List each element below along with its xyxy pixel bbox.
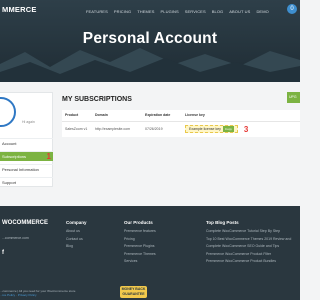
footer-link[interactable]: Complete WooCommerce SEO Guide and Tips <box>206 244 291 248</box>
footer-link[interactable]: Premmerce WooCommerce Product Bundles <box>206 259 291 263</box>
footer-link[interactable]: Premmerce Themes <box>124 252 156 256</box>
footer-link[interactable]: Top 10 Best WooCommerce Themes 2019 Revi… <box>206 237 291 241</box>
site-logo[interactable]: MMERCE <box>2 5 37 14</box>
nav-pricing[interactable]: PRICING <box>114 9 131 14</box>
footer-blog: Top Blog Posts Complete WooCommerce Tuto… <box>206 220 291 267</box>
footer-link[interactable]: Complete WooCommerce Tutorial Step By St… <box>206 229 291 233</box>
footer-link[interactable]: Premmerce features <box>124 229 156 233</box>
site-footer: WOCOMMERCE ...commerce.com f Company Abo… <box>0 206 300 300</box>
step-marker-1: 1 <box>46 152 51 161</box>
product-cell: SalesZoom v1 <box>65 127 88 131</box>
service-policy-link[interactable]: ...ice Policy <box>0 293 15 297</box>
sidebar-item-personal-information[interactable]: Personal Information <box>0 164 53 174</box>
greeting: Hi again <box>22 120 35 124</box>
upgrade-button[interactable]: UPG <box>287 92 300 103</box>
nav-plugins[interactable]: PLUGINS <box>161 9 179 14</box>
footer-logo[interactable]: WOCOMMERCE <box>2 220 48 226</box>
footer-email[interactable]: ...commerce.com <box>2 236 29 240</box>
subscriptions-table: Product Domain Expiration date License k… <box>62 110 300 137</box>
nav-about-us[interactable]: ABOUT US <box>229 9 250 14</box>
cart-count: 0 <box>290 6 294 12</box>
account-sidebar: Hi again Account Subscriptions 1 Personal… <box>0 92 53 187</box>
page-title: Personal Account <box>82 30 218 47</box>
copy-button[interactable]: Copy <box>222 125 234 132</box>
footer-link[interactable]: Pricing <box>124 237 156 241</box>
footer-products: Our Products Premmerce features Pricing … <box>124 220 156 267</box>
footer-link[interactable]: Blog <box>66 244 87 248</box>
footer-link[interactable]: Contact us <box>66 237 87 241</box>
license-key-field[interactable]: Example license key Copy <box>185 124 238 133</box>
hero-header: MMERCE FEATURES PRICING THEMES PLUGINS S… <box>0 0 300 82</box>
footer-link[interactable]: Services <box>124 259 156 263</box>
column-domain: Domain <box>92 110 142 122</box>
sidebar-item-account[interactable]: Account <box>0 138 53 148</box>
footer-company-title: Company <box>66 220 87 225</box>
nav-themes[interactable]: THEMES <box>137 9 154 14</box>
footer-link[interactable]: Premmerce WooCommerce Product Filter <box>206 252 291 256</box>
footer-products-title: Our Products <box>124 220 153 225</box>
nav-services[interactable]: SERVICES <box>185 9 206 14</box>
column-license-key: License key <box>182 110 300 122</box>
money-back-badge: MONEY BACK GUARANTEE <box>120 286 147 298</box>
avatar <box>0 97 16 127</box>
sidebar-item-support[interactable]: Support <box>0 177 53 187</box>
facebook-icon[interactable]: f <box>2 250 4 256</box>
expiration-cell: 07/26/2019 <box>145 127 163 131</box>
license-key-cell: Example license key Copy 3 <box>182 121 300 137</box>
domain-link[interactable]: http://examplesite.com <box>92 121 142 137</box>
nav-blog[interactable]: BLOG <box>212 9 224 14</box>
mountain-background <box>0 48 300 82</box>
privacy-policy-link[interactable]: Privacy Policy <box>18 293 37 297</box>
nav-features[interactable]: FEATURES <box>86 9 108 14</box>
main-nav: FEATURES PRICING THEMES PLUGINS SERVICES… <box>86 9 269 14</box>
sidebar-item-subscriptions[interactable]: Subscriptions 1 <box>0 151 53 161</box>
column-expiration: Expiration date <box>142 110 182 122</box>
footer-company: Company About us Contact us Blog <box>66 220 87 252</box>
footer-link[interactable]: Premmerce Plugins <box>124 244 156 248</box>
nav-demo[interactable]: DEMO <box>256 9 268 14</box>
column-product: Product <box>62 110 92 122</box>
footer-link[interactable]: About us <box>66 229 87 233</box>
subscriptions-title: MY SUBSCRIPTIONS <box>62 96 132 103</box>
cart-button[interactable]: 0 <box>287 4 297 14</box>
footer-blog-title: Top Blog Posts <box>206 220 239 225</box>
step-marker-3: 3 <box>243 124 249 134</box>
table-header-row: Product Domain Expiration date License k… <box>62 110 300 122</box>
table-row: SalesZoom v1 http://examplesite.com 07/2… <box>62 121 300 137</box>
